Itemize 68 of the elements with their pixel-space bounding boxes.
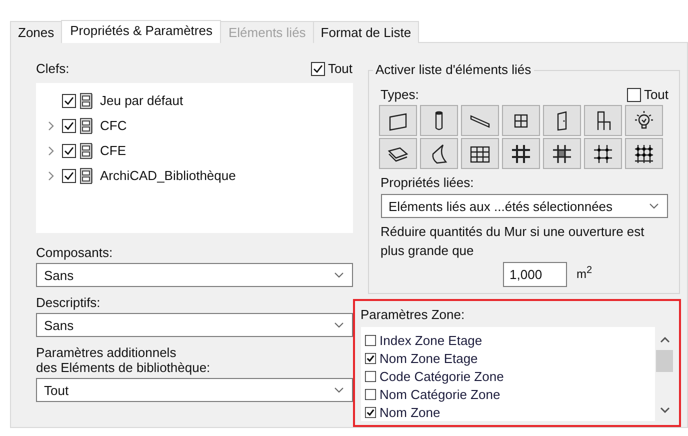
- zone-parameters-label: Paramètres Zone:: [360, 307, 466, 322]
- caret-icon: [334, 322, 344, 328]
- checked-checkbox[interactable]: [62, 118, 76, 132]
- tab[interactable]: Zones: [10, 21, 62, 43]
- checkbox[interactable]: [364, 334, 376, 346]
- cabinet-icon: [80, 168, 93, 184]
- scroll-down-icon[interactable]: [660, 407, 670, 413]
- field-label: Paramètres additionnels des Eléments de bibliothèque:: [36, 345, 212, 375]
- checked-checkbox[interactable]: [364, 406, 376, 418]
- checkbox[interactable]: [626, 88, 641, 102]
- checkbox[interactable]: [364, 370, 376, 382]
- checked-checkbox[interactable]: [62, 94, 76, 108]
- type-button[interactable]: [420, 105, 458, 136]
- checkbox[interactable]: [364, 388, 376, 400]
- type-button[interactable]: [624, 138, 663, 169]
- type-button[interactable]: [584, 105, 622, 136]
- linked-properties-label: Propriétés liées:: [380, 175, 475, 190]
- type-button[interactable]: [378, 105, 417, 136]
- parameter-label: Nom Catégorie Zone: [380, 386, 500, 402]
- tab[interactable]: Format de Liste: [312, 21, 420, 43]
- key-label[interactable]: CFC: [100, 118, 127, 133]
- type-button[interactable]: [502, 105, 540, 136]
- scroll-up-icon[interactable]: [660, 337, 670, 343]
- type-button[interactable]: [542, 138, 581, 169]
- cabinet-icon: [80, 142, 93, 158]
- type-button[interactable]: [460, 138, 499, 169]
- types-label: Types:: [380, 87, 419, 102]
- type-button[interactable]: [378, 138, 417, 169]
- caret-icon: [334, 272, 344, 278]
- expand-icon[interactable]: [48, 120, 54, 130]
- tab[interactable]: Propriétés & Paramètres: [61, 20, 222, 43]
- cabinet-icon: [80, 92, 93, 108]
- cabinet-icon: [80, 118, 93, 134]
- expand-icon[interactable]: [48, 146, 54, 156]
- reduce-quantities-label: Réduire quantités du Mur si une ouverture est plus grande que: [380, 223, 646, 260]
- parameter-label: Code Catégorie Zone: [380, 368, 504, 384]
- group-title: Activer liste d'éléments liés: [372, 62, 534, 77]
- type-button[interactable]: [542, 105, 581, 136]
- type-button[interactable]: [460, 105, 499, 136]
- unit-label: m$^{2}$: [576, 265, 592, 283]
- linked-properties-dropdown[interactable]: Eléments liés aux ...étés sélectionnées: [380, 194, 668, 218]
- checked-checkbox[interactable]: [62, 168, 76, 182]
- field-label: Descriptifs:: [36, 295, 102, 310]
- parameter-label: Nom Zone Etage: [380, 350, 478, 366]
- checked-checkbox[interactable]: [364, 352, 376, 364]
- field-label: Composants:: [36, 245, 114, 260]
- key-label[interactable]: CFE: [100, 143, 126, 158]
- parameter-label: Nom Zone: [380, 404, 440, 420]
- area-input-field[interactable]: 1,000: [502, 262, 567, 287]
- dropdown[interactable]: Sans: [36, 263, 353, 287]
- parameter-label: Index Zone Etage: [380, 332, 482, 348]
- checked-checkbox[interactable]: [62, 144, 76, 158]
- checked-checkbox[interactable]: [310, 62, 325, 76]
- tout-label: Tout: [644, 87, 669, 102]
- type-button[interactable]: [502, 138, 540, 169]
- keys-label: Clefs:: [36, 61, 70, 76]
- tout-label: Tout: [328, 61, 353, 76]
- type-button[interactable]: [420, 138, 458, 169]
- dropdown[interactable]: Sans: [36, 313, 353, 337]
- type-button[interactable]: [624, 105, 663, 136]
- key-label[interactable]: Jeu par défaut: [100, 93, 184, 108]
- expand-icon[interactable]: [48, 170, 54, 180]
- caret-icon: [648, 203, 659, 209]
- type-button[interactable]: [584, 138, 622, 169]
- dropdown[interactable]: Tout: [36, 378, 353, 402]
- scrollbar-thumb[interactable]: [656, 350, 674, 372]
- caret-icon: [334, 387, 344, 393]
- key-label[interactable]: ArchiCAD_Bibliothèque: [100, 168, 236, 183]
